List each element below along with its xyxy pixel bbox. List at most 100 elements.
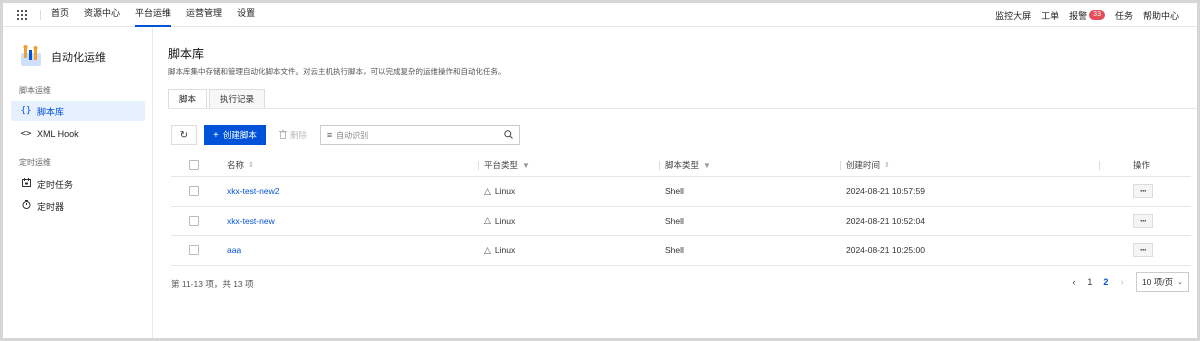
script-name-link[interactable]: xkx-test-new2: [227, 177, 279, 206]
column-label: 操作: [1133, 160, 1151, 170]
more-actions-button[interactable]: ···: [1133, 213, 1153, 228]
nav-divider: [40, 10, 41, 20]
scripts-table: 名称 ⇕ 平台类型 ▼ 脚本类型 ▼ 创建时间 ⇕ 操作 xkx-test-ne…: [171, 154, 1191, 266]
nav-right: 监控大屏 工单 报警 33 任务 帮助中心: [985, 3, 1179, 27]
sidebar-item-timer[interactable]: 定时器: [11, 196, 145, 216]
tab-divider: [168, 108, 1197, 109]
help-center-link[interactable]: 帮助中心: [1143, 9, 1179, 22]
task-link[interactable]: 任务: [1115, 9, 1133, 22]
column-header-script-type[interactable]: 脚本类型 ▼: [665, 154, 711, 176]
script-type-cell: Shell: [665, 245, 684, 256]
table-header: 名称 ⇕ 平台类型 ▼ 脚本类型 ▼ 创建时间 ⇕ 操作: [171, 154, 1191, 177]
column-divider: [659, 161, 660, 170]
monitor-screen-link[interactable]: 监控大屏: [995, 9, 1031, 22]
toolbar: ↻ + 创建脚本 删除 ≡: [171, 125, 520, 145]
alarm-count-badge: 33: [1089, 10, 1105, 20]
filter-icon[interactable]: ▼: [703, 161, 711, 170]
column-divider: [1099, 161, 1100, 170]
sort-icon[interactable]: ⇕: [248, 161, 254, 169]
created-time-cell: 2024-08-21 10:52:04: [846, 215, 925, 226]
row-checkbox[interactable]: [189, 186, 199, 197]
filter-icon[interactable]: ▼: [522, 161, 530, 170]
column-divider: [478, 161, 479, 170]
table-row: xkx-test-new △ Linux Shell 2024-08-21 10:…: [171, 207, 1191, 236]
table-row: xkx-test-new2 △ Linux Shell 2024-08-21 10…: [171, 177, 1191, 207]
column-label: 创建时间: [846, 160, 881, 170]
actions-cell: ···: [1133, 236, 1153, 265]
created-time-cell: 2024-08-21 10:25:00: [846, 245, 925, 256]
nav-item-settings[interactable]: 设置: [237, 3, 255, 27]
sidebar-item-label: 定时器: [37, 201, 65, 212]
page-size-value: 10 项/页: [1141, 277, 1174, 287]
sidebar-item-label: XML Hook: [37, 129, 79, 139]
pagination-total: 第 11-13 项，共 13 项: [171, 279, 254, 289]
nav-item-operations-mgmt[interactable]: 运营管理: [186, 3, 222, 27]
top-nav: 首页 资源中心 平台运维 运营管理 设置 监控大屏 工单 报警 33 任务 帮助…: [3, 3, 1197, 27]
page-1-button[interactable]: 1: [1082, 277, 1098, 287]
platform-cell: △ Linux: [484, 236, 515, 265]
actions-cell: ···: [1133, 177, 1153, 206]
pagination: ‹ 1 2 › 10 项/页 ⌄: [1066, 272, 1189, 292]
next-page-button[interactable]: ›: [1114, 277, 1130, 287]
actions-cell: ···: [1133, 207, 1153, 236]
sidebar-group-title: 脚本运维: [19, 86, 51, 95]
more-actions-button[interactable]: ···: [1133, 243, 1153, 258]
platform-label: Linux: [494, 215, 516, 226]
nav-item-home[interactable]: 首页: [51, 3, 69, 27]
plus-icon: +: [213, 129, 219, 141]
tab-scripts[interactable]: 脚本: [168, 89, 208, 109]
tab-execution-records[interactable]: 执行记录: [209, 89, 266, 109]
sidebar-item-script-library[interactable]: {} 脚本库: [11, 101, 145, 121]
sort-icon[interactable]: ⇕: [884, 161, 890, 169]
page-2-button[interactable]: 2: [1098, 277, 1114, 287]
script-type-cell: Shell: [665, 186, 684, 197]
platform-cell: △ Linux: [484, 177, 515, 206]
page-size-select[interactable]: 10 项/页 ⌄: [1135, 272, 1189, 292]
platform-label: Linux: [494, 186, 516, 197]
chevron-down-icon: ⌄: [1177, 279, 1183, 286]
braces-icon: {}: [20, 106, 32, 116]
nav-item-resource-center[interactable]: 资源中心: [84, 3, 120, 27]
refresh-button[interactable]: ↻: [171, 125, 197, 145]
column-header-name[interactable]: 名称 ⇕: [227, 154, 254, 176]
platform-cell: △ Linux: [484, 207, 515, 236]
row-checkbox[interactable]: [189, 245, 199, 256]
sidebar-item-label: 定时任务: [37, 179, 74, 190]
row-select-cell: [189, 207, 199, 236]
column-header-created-time[interactable]: 创建时间 ⇕: [846, 154, 890, 176]
select-all-checkbox[interactable]: [189, 160, 199, 170]
tabs: 脚本 执行记录: [168, 89, 267, 109]
column-divider: [840, 161, 841, 170]
alarm-label: 报警: [1069, 10, 1088, 21]
page-description: 脚本库集中存储和管理自动化脚本文件。对云主机执行脚本，可以完成复杂的运维操作和自…: [168, 67, 506, 76]
linux-icon: △: [484, 244, 491, 255]
more-actions-button[interactable]: ···: [1133, 184, 1153, 199]
linux-icon: △: [484, 215, 491, 226]
prev-page-button[interactable]: ‹: [1066, 277, 1082, 287]
delete-button[interactable]: 删除: [272, 125, 314, 145]
create-script-button[interactable]: + 创建脚本: [204, 125, 266, 145]
ticket-link[interactable]: 工单: [1041, 9, 1059, 22]
calendar-icon: [19, 178, 33, 190]
sidebar: 自动化运维 脚本运维 {} 脚本库 <> XML Hook 定时运维 定时任务 …: [3, 28, 153, 338]
filter-lines-icon: ≡: [326, 130, 333, 140]
sidebar-item-xml-hook[interactable]: <> XML Hook: [11, 124, 145, 144]
search-icon[interactable]: [504, 129, 513, 141]
alarm-link[interactable]: 报警 33: [1069, 9, 1105, 22]
code-icon: <>: [20, 129, 32, 139]
search-input[interactable]: [336, 130, 504, 140]
automation-logo-icon: [19, 44, 43, 68]
script-name-link[interactable]: aaa: [227, 236, 241, 265]
row-select-cell: [189, 177, 199, 206]
page-title: 脚本库: [168, 47, 205, 61]
script-type-cell: Shell: [665, 215, 684, 226]
app-grid-icon[interactable]: [17, 10, 27, 20]
script-name-link[interactable]: xkx-test-new: [227, 207, 275, 236]
column-label: 名称: [227, 160, 245, 170]
select-all-cell: [189, 154, 199, 176]
nav-item-platform-ops[interactable]: 平台运维: [135, 3, 172, 27]
column-header-platform[interactable]: 平台类型 ▼: [484, 154, 530, 176]
row-checkbox[interactable]: [189, 215, 199, 226]
delete-label: 删除: [289, 130, 307, 140]
sidebar-item-scheduled-tasks[interactable]: 定时任务: [11, 174, 145, 194]
